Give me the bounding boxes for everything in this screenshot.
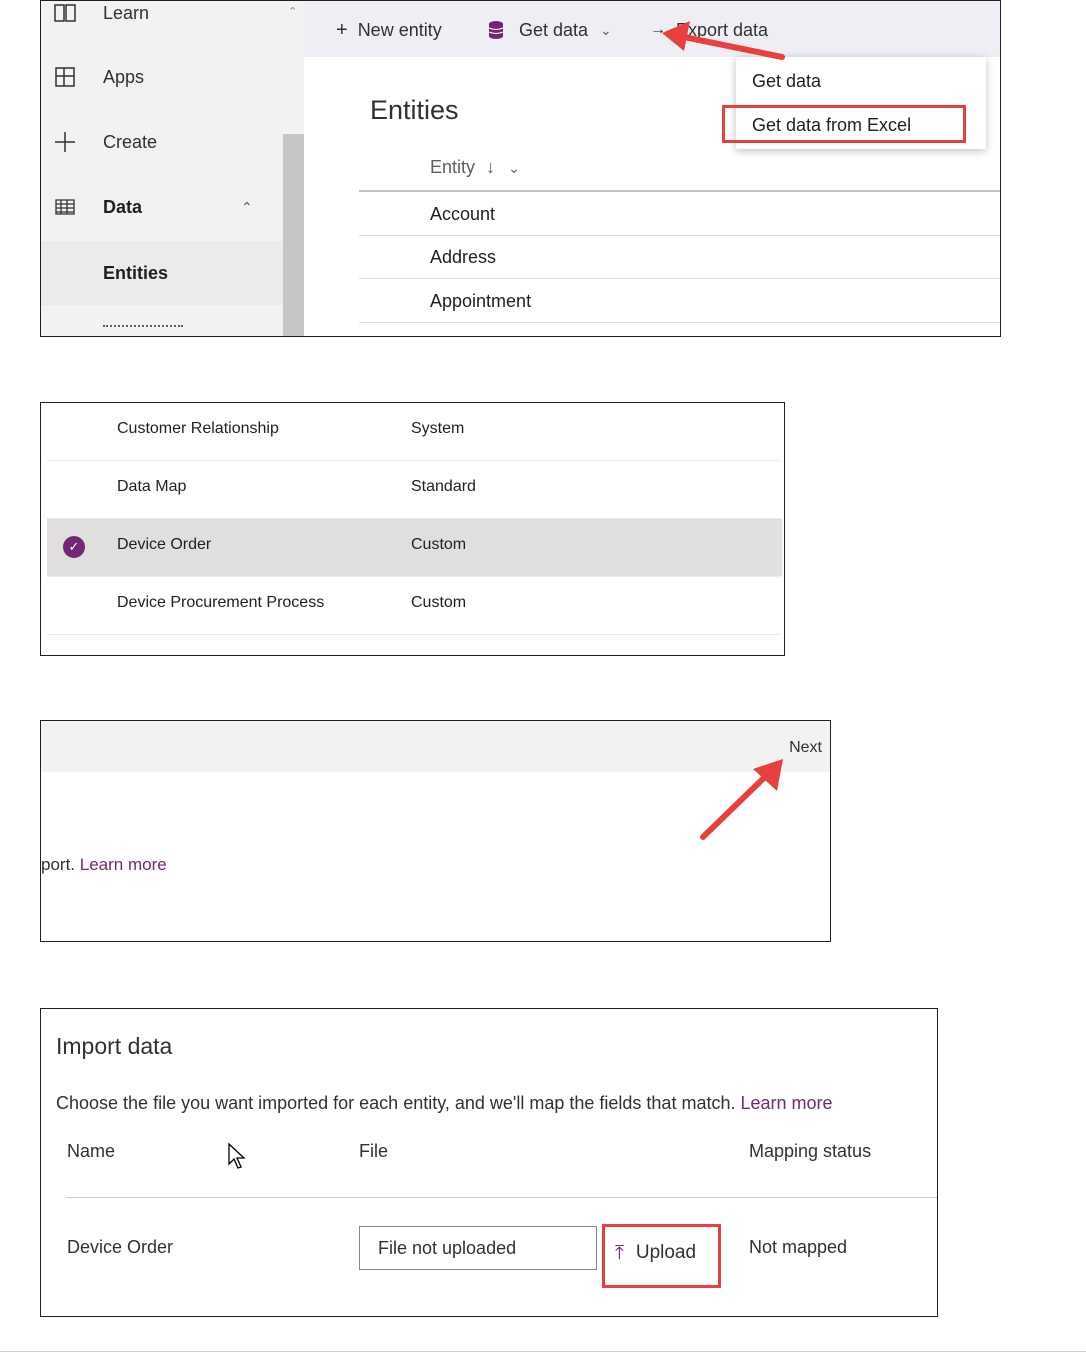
command-bar: + New entity Get data ⌄ → Export data — [304, 1, 1000, 57]
bottom-divider — [0, 1351, 1086, 1352]
highlight-box — [602, 1224, 721, 1288]
learn-more-link[interactable]: Learn more — [80, 855, 167, 874]
column-header-file: File — [359, 1141, 389, 1161]
red-arrow-annotation — [662, 21, 785, 60]
nav-item-data[interactable]: Data ⌃ — [41, 175, 283, 239]
book-icon — [54, 4, 76, 22]
page-title: Entities — [370, 95, 459, 125]
truncated-nav-item — [103, 325, 183, 329]
entity-row-address[interactable]: Address — [430, 247, 496, 268]
plus-icon: + — [336, 18, 348, 41]
column-header-name: Name — [67, 1141, 116, 1161]
entity-type: Standard — [411, 478, 476, 495]
header-divider — [359, 190, 1000, 192]
entity-type: System — [411, 420, 465, 437]
description-text: Choose the file you want imported for ea… — [56, 1093, 736, 1113]
row-divider — [359, 235, 1000, 236]
description-fragment: port. Learn more — [41, 855, 167, 875]
apps-icon — [55, 67, 75, 87]
entity-name: Device Order — [117, 536, 212, 553]
row-divider — [359, 278, 1000, 279]
nav-label-learn: Learn — [103, 2, 150, 23]
import-data-panel: Import data Choose the file you want imp… — [40, 1008, 938, 1317]
entity-column-header[interactable]: Entity ↓ ⌄ — [430, 157, 520, 178]
entities-main-area: + New entity Get data ⌄ → Export data En… — [304, 1, 1000, 336]
menu-item-get-data[interactable]: Get data — [752, 71, 821, 92]
entity-name: Customer Relationship — [117, 420, 279, 437]
get-data-button[interactable]: Get data ⌄ — [487, 15, 612, 45]
nav-item-create[interactable]: Create — [41, 110, 283, 174]
table-row[interactable]: Data Map Standard — [47, 461, 782, 519]
chevron-down-icon[interactable]: ⌄ — [508, 160, 520, 176]
nav-label-apps: Apps — [103, 66, 145, 87]
highlight-box — [722, 105, 966, 143]
scroll-up-icon[interactable]: ⌃ — [288, 5, 297, 18]
red-arrow-annotation — [700, 759, 783, 840]
entity-row-appointment[interactable]: Appointment — [430, 291, 531, 312]
import-description: Choose the file you want imported for ea… — [56, 1093, 833, 1114]
new-entity-label: New entity — [357, 19, 442, 40]
row-divider — [359, 322, 1000, 323]
get-data-label: Get data — [519, 19, 589, 40]
table-row[interactable]: Customer Relationship System — [47, 403, 782, 461]
entities-screenshot-panel: Learn Apps Create Data ⌃ Entities ⌃ + Ne… — [40, 0, 1001, 337]
file-status-field[interactable]: File not uploaded — [359, 1226, 597, 1270]
nav-label-data: Data — [103, 196, 143, 217]
import-title: Import data — [56, 1033, 173, 1059]
entity-name: Device Procurement Process — [117, 594, 325, 611]
entity-type: Custom — [411, 594, 467, 611]
truncated-text: port. — [41, 855, 76, 874]
entity-header-label: Entity — [430, 157, 476, 177]
learn-more-link[interactable]: Learn more — [740, 1093, 832, 1113]
entity-type: Custom — [411, 536, 467, 553]
plus-icon — [55, 132, 75, 152]
entity-row-account[interactable]: Account — [430, 204, 495, 225]
new-entity-button[interactable]: + New entity — [336, 15, 442, 45]
chevron-down-icon[interactable]: ⌄ — [600, 22, 612, 39]
entity-name: Data Map — [117, 478, 187, 495]
nav-item-entities[interactable]: Entities — [41, 241, 283, 305]
column-header-mapping: Mapping status — [749, 1141, 872, 1161]
scrollbar-thumb[interactable] — [283, 134, 304, 336]
mapping-status: Not mapped — [749, 1237, 848, 1257]
checkmark-icon[interactable]: ✓ — [63, 536, 85, 558]
entity-list-panel: Customer Relationship System Data Map St… — [40, 402, 785, 656]
nav-label-create: Create — [103, 131, 158, 152]
table-row-selected[interactable]: ✓ Device Order Custom — [47, 519, 782, 577]
header-divider — [66, 1197, 937, 1198]
wizard-footer-panel: Next port. Learn more — [40, 720, 831, 942]
row-entity-name: Device Order — [67, 1237, 174, 1257]
sidebar-scrollbar[interactable]: ⌃ — [283, 1, 304, 336]
database-icon — [488, 21, 504, 39]
nav-item-learn[interactable]: Learn — [41, 1, 283, 45]
chevron-up-icon[interactable]: ⌃ — [241, 199, 253, 216]
mouse-cursor-icon — [228, 1142, 246, 1169]
sort-down-icon: ↓ — [486, 157, 496, 177]
left-navigation: Learn Apps Create Data ⌃ Entities — [41, 1, 304, 336]
nav-label-entities: Entities — [103, 262, 169, 283]
table-row[interactable]: Device Procurement Process Custom — [47, 577, 782, 635]
table-icon — [55, 199, 75, 215]
nav-item-apps[interactable]: Apps — [41, 45, 283, 109]
